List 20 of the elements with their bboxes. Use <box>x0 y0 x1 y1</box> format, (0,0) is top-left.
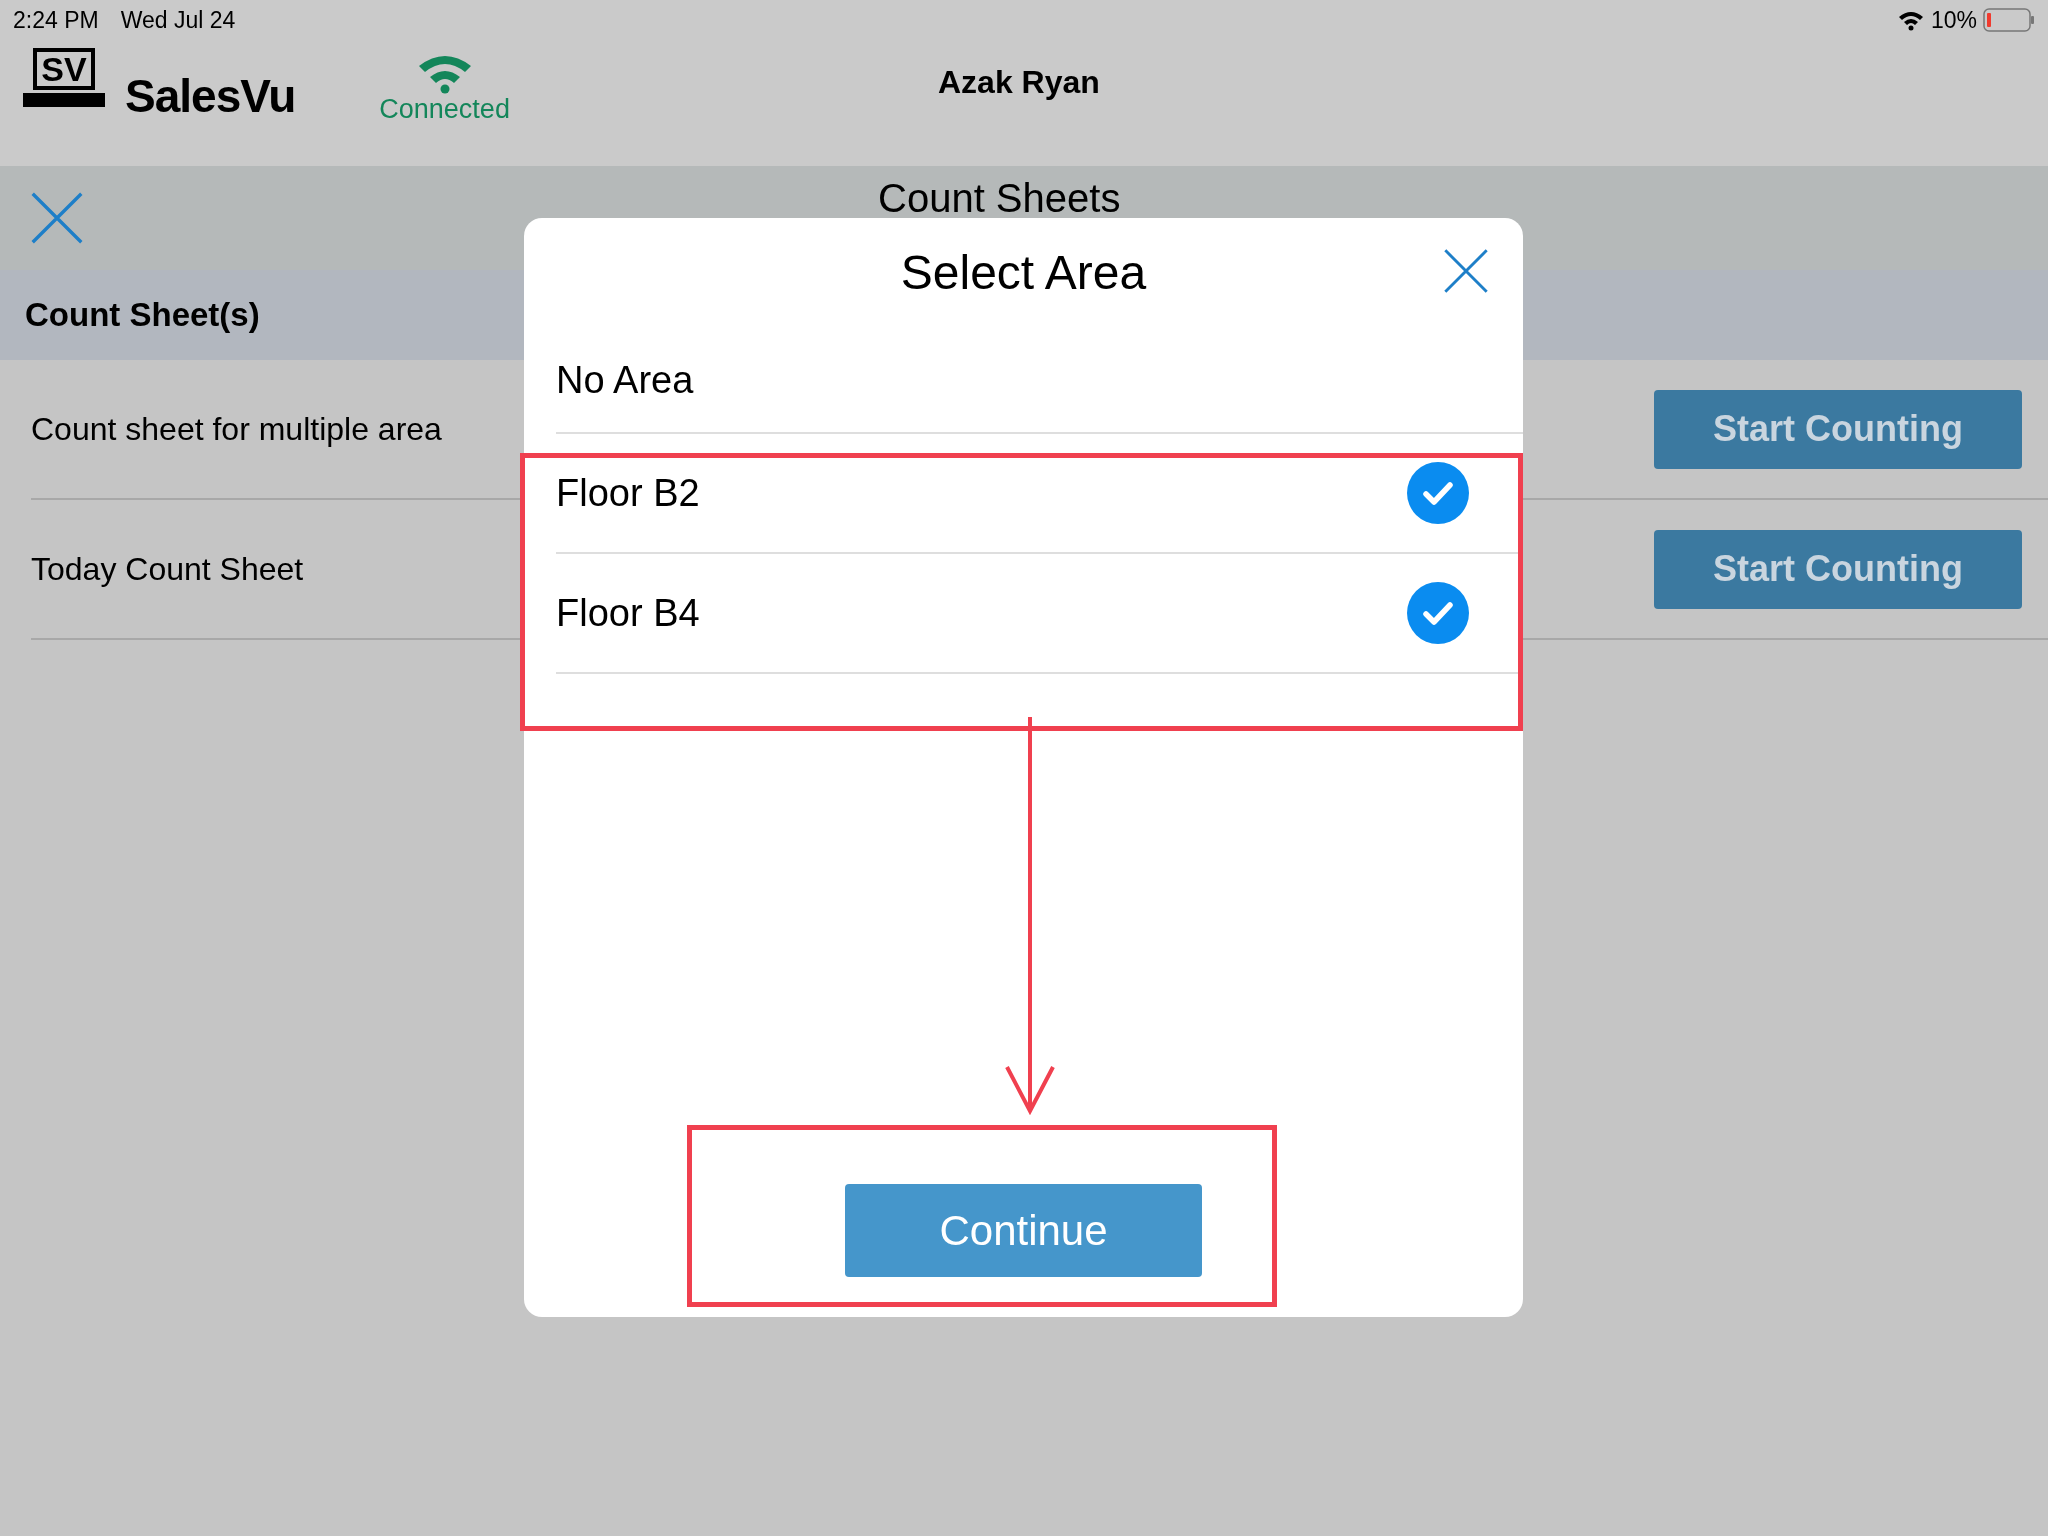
device-base-icon <box>23 93 105 107</box>
count-sheet-name: Today Count Sheet <box>31 550 304 589</box>
close-icon[interactable] <box>30 191 84 245</box>
status-time: 2:24 PM <box>13 5 99 35</box>
battery-icon <box>1983 8 2035 32</box>
count-sheet-name: Count sheet for multiple area <box>31 410 442 449</box>
close-icon[interactable] <box>1443 248 1489 294</box>
user-name: Azak Ryan <box>938 63 1100 102</box>
dialog-title: Select Area <box>900 245 1147 301</box>
area-option[interactable]: Floor B4 <box>556 554 1523 674</box>
logo-mark: SV <box>41 50 87 88</box>
section-title: Count Sheet(s) <box>25 295 260 336</box>
status-date: Wed Jul 24 <box>120 5 236 35</box>
area-option[interactable]: Floor B2 <box>556 434 1523 554</box>
page-title: Count Sheets <box>878 178 1121 218</box>
arrow-icon <box>1004 715 1056 1115</box>
area-option[interactable]: No Area <box>556 328 1523 434</box>
battery-percent: 10% <box>1930 5 1977 35</box>
brand-name: SalesVu <box>125 69 296 124</box>
connection-status: Connected <box>379 96 510 123</box>
